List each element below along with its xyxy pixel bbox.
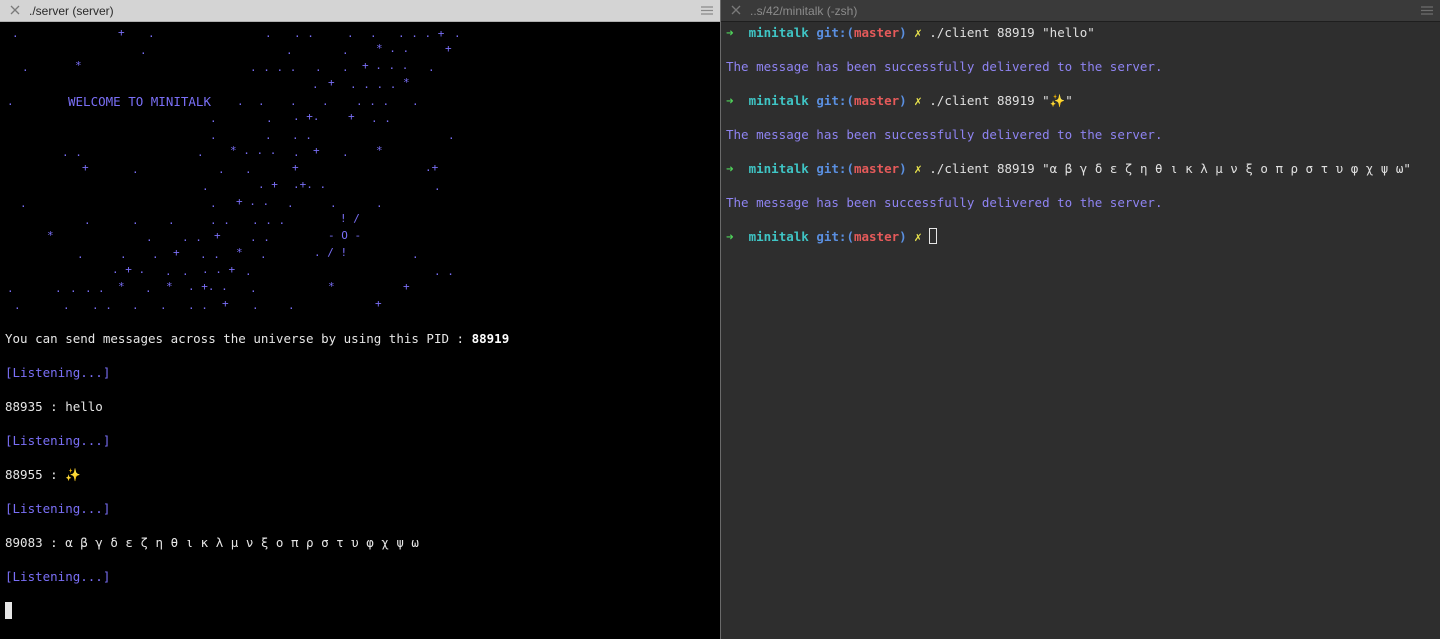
prompt-line: ➜ minitalk git:(master) ✗ ./client 88919… <box>726 25 1095 40</box>
prompt-arrow-icon: ➜ <box>726 25 734 40</box>
git-branch: master <box>853 25 900 40</box>
server-output: . + . . . . . . . . . + . . . . * . . + … <box>0 22 720 639</box>
prompt-arrow-icon: ➜ <box>726 93 734 108</box>
prompt-line: ➜ minitalk git:(master) ✗ ./client 88919… <box>726 161 1411 176</box>
delivery-confirmation: The message has been successfully delive… <box>726 127 1163 142</box>
command-text: ./client 88919 "α β γ δ ε ζ η θ ι κ λ μ … <box>929 161 1411 176</box>
server-tab-title[interactable]: ./server (server) <box>29 4 114 18</box>
client-tab-bar: ..s/42/minitalk (-zsh) <box>721 0 1440 22</box>
prompt-arrow-icon: ➜ <box>726 161 734 176</box>
current-prompt-line[interactable]: ➜ minitalk git:(master) ✗ <box>726 228 938 245</box>
prompt-arrow-icon: ➜ <box>726 229 734 244</box>
git-branch: master <box>853 93 900 108</box>
prompt-line: ➜ minitalk git:(master) ✗ ./client 88919… <box>726 93 1073 108</box>
prompt-directory: minitalk <box>748 161 809 176</box>
hamburger-menu-icon[interactable] <box>701 6 713 15</box>
received-message: 88955 : ✨ <box>5 467 81 482</box>
input-cursor[interactable] <box>929 228 938 244</box>
git-dirty-icon: ✗ <box>914 229 922 244</box>
ascii-star-field: . + . . . . . . . . . + . . . . * . . + … <box>7 26 461 312</box>
listening-status: [Listening...] <box>5 569 111 584</box>
git-dirty-icon: ✗ <box>914 25 922 40</box>
server-tab-bar: ./server (server) <box>0 0 720 22</box>
server-terminal-pane[interactable]: ./server (server) . + . . . . . . . . . … <box>0 0 720 639</box>
prompt-directory: minitalk <box>748 229 809 244</box>
pid-line: You can send messages across the univers… <box>5 331 510 346</box>
server-pid: 88919 <box>471 331 510 346</box>
git-dirty-icon: ✗ <box>914 161 922 176</box>
listening-status: [Listening...] <box>5 433 111 448</box>
hamburger-menu-icon[interactable] <box>1421 6 1433 15</box>
git-dirty-icon: ✗ <box>914 93 922 108</box>
command-text: ./client 88919 "✨" <box>929 93 1073 108</box>
listening-status: [Listening...] <box>5 365 111 380</box>
listening-status: [Listening...] <box>5 501 111 516</box>
received-message: 88935 : hello <box>5 399 103 414</box>
delivery-confirmation: The message has been successfully delive… <box>726 59 1163 74</box>
git-branch: master <box>853 229 900 244</box>
close-icon[interactable] <box>730 4 742 16</box>
client-output: ➜ minitalk git:(master) ✗ ./client 88919… <box>721 22 1440 639</box>
prompt-directory: minitalk <box>748 25 809 40</box>
delivery-confirmation: The message has been successfully delive… <box>726 195 1163 210</box>
client-tab-title[interactable]: ..s/42/minitalk (-zsh) <box>750 4 857 18</box>
server-cursor <box>5 602 12 619</box>
git-branch: master <box>853 161 900 176</box>
client-terminal-pane[interactable]: ..s/42/minitalk (-zsh) ➜ minitalk git:(m… <box>721 0 1440 639</box>
received-message: 89083 : α β γ δ ε ζ η θ ι κ λ μ ν ξ ο π … <box>5 535 419 550</box>
prompt-directory: minitalk <box>748 93 809 108</box>
welcome-banner: WELCOME TO MINITALK <box>68 94 211 109</box>
close-icon[interactable] <box>9 4 21 16</box>
command-text: ./client 88919 "hello" <box>929 25 1095 40</box>
